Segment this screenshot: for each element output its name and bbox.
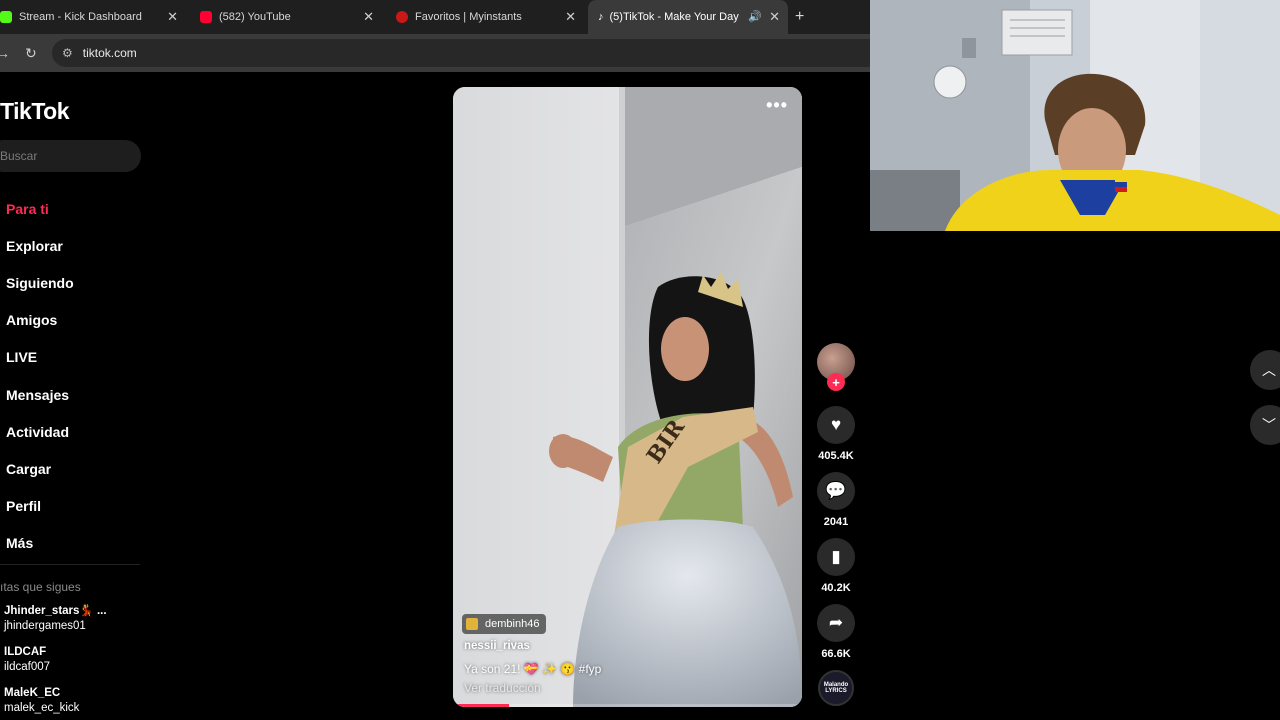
following-account[interactable]: ILDCAF ildcaf007 (4, 645, 50, 675)
comment-icon[interactable]: 💬 (817, 472, 855, 510)
close-icon[interactable]: ✕ (167, 10, 178, 23)
tab-kick[interactable]: Stream - Kick Dashboard ✕ (0, 0, 186, 34)
video-progress-fill (453, 704, 509, 707)
speaker-icon[interactable]: 🔊 (748, 10, 762, 23)
tab-tiktok[interactable]: ♪ (5)TikTok - Make Your Day 🔊 ✕ (588, 0, 788, 34)
site-info-icon[interactable]: ⚙ (62, 46, 73, 60)
tagged-user-chip[interactable]: dembinh46 (462, 614, 547, 634)
tab-myinstants[interactable]: Favoritos | Myinstants ✕ (382, 0, 584, 34)
video-author[interactable]: nessii_rivas (464, 640, 530, 652)
youtube-icon (200, 11, 212, 23)
share-icon[interactable]: ➦ (817, 604, 855, 642)
new-tab-button[interactable]: + (795, 8, 804, 26)
search-input[interactable]: Buscar (0, 140, 141, 172)
account-name: Jhinder_stars💃 ... (4, 605, 107, 617)
heart-icon[interactable]: ♥ (817, 406, 855, 444)
bookmark-icon[interactable]: ▮ (817, 538, 855, 576)
nav-para-ti[interactable]: Para ti (6, 190, 74, 227)
tab-youtube[interactable]: (582) YouTube ✕ (186, 0, 382, 34)
like-action[interactable]: ♥ 405.4K (817, 406, 855, 462)
webcam-image (870, 0, 1280, 231)
effect-icon (466, 618, 478, 630)
tab-title: Favoritos | Myinstants (415, 11, 522, 23)
share-action[interactable]: ➦ 66.6K (817, 604, 855, 660)
tab-title: (5)TikTok - Make Your Day (609, 11, 739, 23)
myinstants-icon (396, 11, 408, 23)
following-account[interactable]: MaleK_EC malek_ec_kick (4, 686, 79, 716)
previous-video-button[interactable]: ︿ (1250, 350, 1280, 390)
translate-link[interactable]: Ver traducción (464, 681, 541, 695)
nav-actividad[interactable]: Actividad (6, 413, 74, 450)
tiktok-logo[interactable]: TikTok (0, 98, 70, 125)
url-field[interactable]: ⚙ tiktok.com (52, 39, 870, 67)
kick-icon (0, 11, 12, 23)
nav-mas[interactable]: Más (6, 525, 74, 562)
comment-action[interactable]: 💬 2041 (817, 472, 855, 528)
nav-perfil[interactable]: Perfil (6, 488, 74, 525)
sidebar-nav: Para ti Explorar Siguiendo Amigos LIVE M… (6, 190, 74, 562)
video-progress[interactable] (453, 704, 802, 707)
chevron-up-icon: ︿ (1262, 362, 1276, 378)
comment-count: 2041 (823, 516, 849, 528)
url-text: tiktok.com (82, 46, 137, 60)
nav-mensajes[interactable]: Mensajes (6, 376, 74, 413)
reload-icon[interactable]: ↻ (25, 45, 37, 62)
browser-tab-bar: Stream - Kick Dashboard ✕ (582) YouTube … (0, 0, 870, 34)
next-video-button[interactable]: ﹀ (1250, 405, 1280, 445)
account-name: MaleK_EC (4, 687, 61, 699)
nav-explorar[interactable]: Explorar (6, 227, 74, 264)
close-icon[interactable]: ✕ (769, 10, 780, 23)
tiktok-page: TikTok Buscar Para ti Explorar Siguiendo… (0, 72, 870, 720)
save-action[interactable]: ▮ 40.2K (817, 538, 855, 594)
video-player[interactable]: BIR ••• dembinh46 nessii_rivas Ya son 21… (453, 87, 802, 707)
tab-title: Stream - Kick Dashboard (19, 11, 142, 23)
share-count: 66.6K (821, 648, 851, 660)
account-handle: ildcaf007 (4, 661, 51, 673)
tagged-user: dembinh46 (485, 618, 540, 630)
divider (0, 564, 140, 565)
save-count: 40.2K (821, 582, 851, 594)
account-handle: jhindergames01 (4, 620, 86, 632)
following-header: ıtas que sigues (0, 580, 81, 594)
more-options-icon[interactable]: ••• (766, 95, 788, 116)
close-icon[interactable]: ✕ (565, 10, 576, 23)
nav-cargar[interactable]: Cargar (6, 450, 74, 487)
webcam-overlay (870, 0, 1280, 231)
nav-siguiendo[interactable]: Siguiendo (6, 264, 74, 301)
nav-amigos[interactable]: Amigos (6, 302, 74, 339)
account-name: ILDCAF (4, 646, 47, 658)
close-icon[interactable]: ✕ (363, 10, 374, 23)
following-account[interactable]: Jhinder_stars💃 ... jhindergames01 (4, 604, 107, 634)
chevron-down-icon: ﹀ (1262, 417, 1276, 433)
tab-title: (582) YouTube (219, 11, 291, 23)
address-bar: → ↻ ⚙ tiktok.com (0, 34, 870, 72)
music-disc[interactable]: Malando LYRICS (818, 670, 854, 706)
follow-plus-icon[interactable]: + (827, 373, 845, 391)
nav-live[interactable]: LIVE (6, 339, 74, 376)
tiktok-icon: ♪ (598, 11, 604, 23)
screen: Stream - Kick Dashboard ✕ (582) YouTube … (0, 0, 1280, 720)
video-caption: Ya son 21! 💝 ✨ 😗 #fyp (464, 662, 602, 676)
forward-icon[interactable]: → (0, 45, 10, 61)
account-handle: malek_ec_kick (4, 702, 80, 714)
like-count: 405.4K (818, 450, 854, 462)
